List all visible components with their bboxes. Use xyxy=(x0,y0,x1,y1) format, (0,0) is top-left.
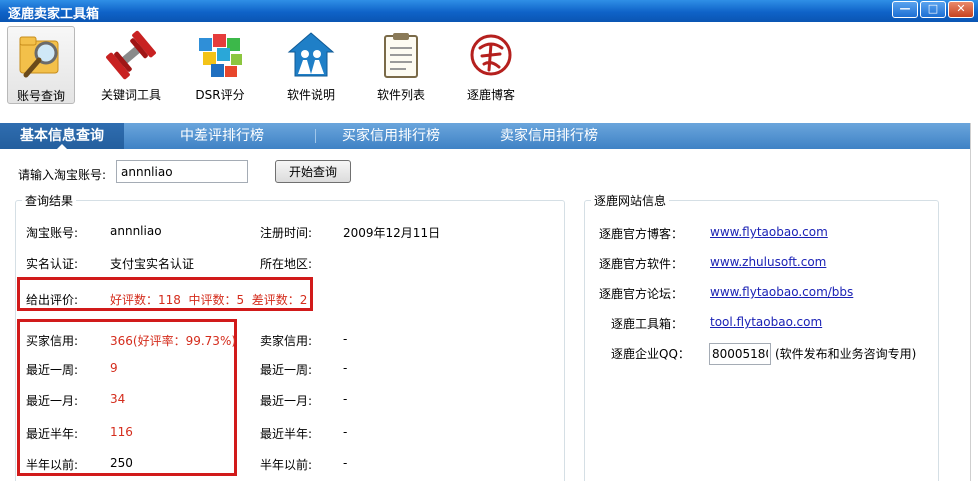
keyword-tool[interactable]: 关键词工具 xyxy=(93,26,169,104)
seal-logo-icon xyxy=(470,34,512,76)
close-button[interactable]: ✕ xyxy=(948,1,974,18)
account-query-tool[interactable]: 账号查询 xyxy=(7,26,75,104)
tab-divider xyxy=(315,129,316,143)
account-value: annnliao xyxy=(110,224,162,238)
buyer-credit-value: 366(好评率：99.73%) xyxy=(110,334,237,348)
tab-buyer-credit-ranking[interactable]: 买家信用排行榜 xyxy=(342,123,440,149)
seller-month-label: 最近一月: xyxy=(260,394,313,408)
buyer-before-halfyear-value: 250 xyxy=(110,456,133,470)
blog-tool[interactable]: 逐鹿博客 xyxy=(457,26,525,104)
toolbox-link[interactable]: tool.flytaobao.com xyxy=(710,315,822,329)
minimize-button[interactable]: — xyxy=(892,1,918,18)
dumbbell-icon xyxy=(106,30,156,80)
buyer-before-halfyear-label: 半年以前: xyxy=(26,458,79,472)
buyer-month-value: 34 xyxy=(110,392,126,406)
seller-before-halfyear-value: - xyxy=(343,456,348,470)
home-people-icon xyxy=(287,32,335,77)
cubes-icon xyxy=(199,34,242,77)
enterprise-qq-label: 逐鹿企业QQ： xyxy=(611,347,690,361)
window-controls: — □ ✕ xyxy=(892,1,974,18)
register-time-label: 注册时间: xyxy=(260,226,313,240)
tool-label: 软件说明 xyxy=(286,88,335,102)
seller-halfyear-label: 最近半年: xyxy=(260,427,313,441)
account-input-label: 请输入淘宝账号: xyxy=(18,168,107,182)
official-software-link[interactable]: www.zhulusoft.com xyxy=(710,255,826,269)
maximize-button[interactable]: □ xyxy=(920,1,946,18)
buyer-week-label: 最近一周: xyxy=(26,363,79,377)
seller-credit-value: - xyxy=(343,332,348,346)
official-software-label: 逐鹿官方软件： xyxy=(599,257,684,271)
tab-bar: 基本信息查询 中差评排行榜 买家信用排行榜 卖家信用排行榜 xyxy=(0,123,970,150)
official-forum-link[interactable]: www.flytaobao.com/bbs xyxy=(710,285,853,299)
tool-label: 账号查询 xyxy=(16,89,65,103)
buyer-month-label: 最近一月: xyxy=(26,394,79,408)
tab-seller-credit-ranking[interactable]: 卖家信用排行榜 xyxy=(500,123,598,149)
notepad-icon xyxy=(384,33,418,78)
tool-label: 逐鹿博客 xyxy=(466,88,515,102)
official-forum-label: 逐鹿官方论坛： xyxy=(599,287,684,301)
query-results-legend: 查询结果 xyxy=(25,194,74,208)
basic-info-panel: 请输入淘宝账号: 开始查询 查询结果 淘宝账号: annnliao 注册时间: … xyxy=(0,149,970,481)
window-title: 逐鹿卖家工具箱 xyxy=(8,7,100,22)
start-query-button[interactable]: 开始查询 xyxy=(275,160,351,183)
tab-negative-ranking[interactable]: 中差评排行榜 xyxy=(180,123,264,149)
dsr-score-tool[interactable]: DSR评分 xyxy=(187,26,253,104)
buyer-halfyear-label: 最近半年: xyxy=(26,427,79,441)
account-label: 淘宝账号: xyxy=(26,226,79,240)
buyer-week-value: 9 xyxy=(110,361,118,375)
seller-week-value: - xyxy=(343,361,348,375)
tab-basic-info[interactable]: 基本信息查询 xyxy=(0,123,124,150)
tool-label: 关键词工具 xyxy=(100,88,161,102)
enterprise-qq-field[interactable] xyxy=(709,343,771,365)
software-list-tool[interactable]: 软件列表 xyxy=(367,26,435,104)
realname-label: 实名认证: xyxy=(26,257,79,271)
window-border xyxy=(970,123,978,481)
region-label: 所在地区: xyxy=(260,257,313,271)
software-guide-tool[interactable]: 软件说明 xyxy=(277,26,345,104)
enterprise-qq-note: (软件发布和业务咨询专用) xyxy=(775,347,917,361)
official-blog-link[interactable]: www.flytaobao.com xyxy=(710,225,828,239)
tool-label: 软件列表 xyxy=(376,88,425,102)
seller-week-label: 最近一周: xyxy=(260,363,313,377)
site-info-legend: 逐鹿网站信息 xyxy=(594,194,667,208)
seller-halfyear-value: - xyxy=(343,425,348,439)
realname-value: 支付宝实名认证 xyxy=(110,257,195,271)
account-input[interactable] xyxy=(116,160,248,183)
seller-month-value: - xyxy=(343,392,348,406)
magnifier-folder-icon xyxy=(19,36,59,78)
seller-before-halfyear-label: 半年以前: xyxy=(260,458,313,472)
official-blog-label: 逐鹿官方博客： xyxy=(599,227,684,241)
title-bar: 逐鹿卖家工具箱 — □ ✕ xyxy=(0,0,978,22)
buyer-halfyear-value: 116 xyxy=(110,425,133,439)
ratings-value: 好评数：118 中评数：5 差评数：2 xyxy=(110,293,308,307)
tool-label: DSR评分 xyxy=(195,88,245,102)
seller-credit-label: 卖家信用: xyxy=(260,334,313,348)
toolbox-label: 逐鹿工具箱： xyxy=(611,317,684,331)
register-time-value: 2009年12月11日 xyxy=(343,226,441,240)
buyer-credit-label: 买家信用: xyxy=(26,334,79,348)
ratings-label: 给出评价: xyxy=(26,293,79,307)
main-toolbar: 账号查询 关键词工具 DSR评分 软件说明 软件列表 逐鹿博客 xyxy=(0,22,978,110)
